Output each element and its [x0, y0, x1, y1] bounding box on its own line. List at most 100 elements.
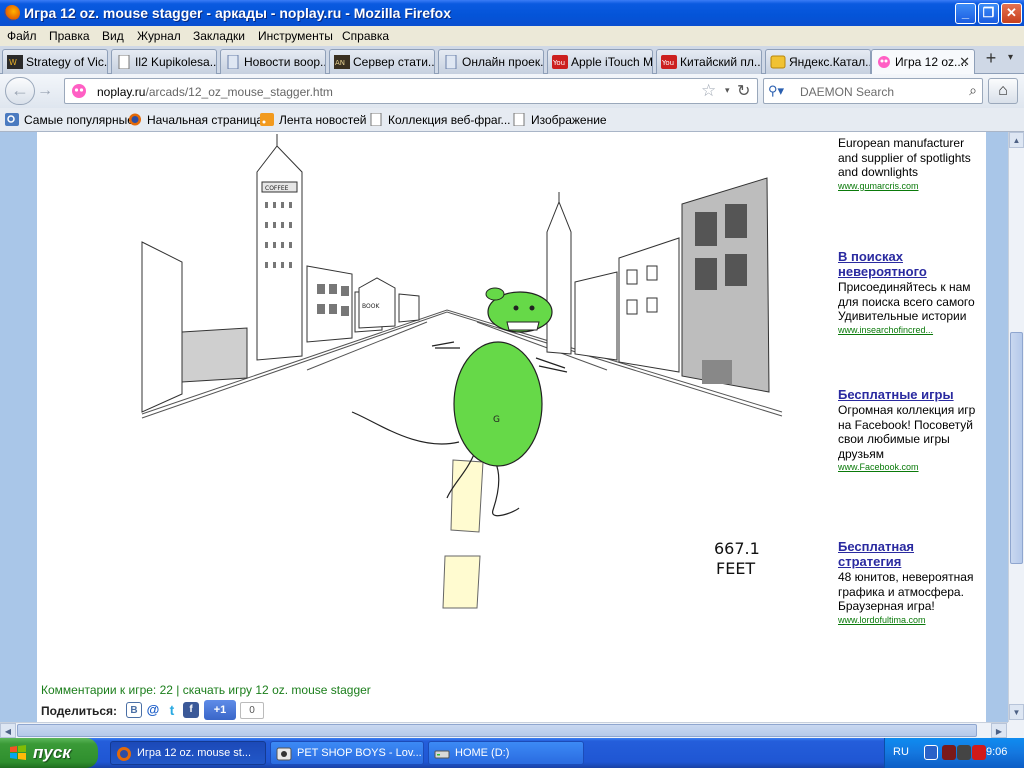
download-link[interactable]: скачать игру 12 oz. mouse stagger — [183, 683, 371, 697]
rss-icon — [260, 113, 274, 126]
tab-list-icon[interactable]: ▾ — [1008, 52, 1013, 63]
tab-online[interactable]: Онлайн проек... — [438, 49, 544, 74]
tab-noplay-active[interactable]: Игра 12 oz.... ✕ — [871, 49, 975, 75]
ad-url[interactable]: www.insearchofincred... — [838, 325, 978, 335]
scroll-right-icon[interactable]: ▶ — [991, 723, 1007, 738]
maximize-button[interactable]: ❐ — [978, 3, 999, 24]
media-player-icon — [276, 747, 292, 761]
ad-text: 48 юнитов, невероятная графика и атмосфе… — [838, 570, 974, 613]
page-tab-icon: AN — [334, 55, 350, 69]
menu-history[interactable]: Журнал — [137, 29, 181, 43]
bookmark-most-visited[interactable]: Самые популярные — [5, 113, 134, 127]
ad-title[interactable]: В поисках невероятного — [838, 249, 978, 279]
vertical-scroll-thumb[interactable] — [1010, 332, 1023, 564]
back-button[interactable]: ← — [5, 77, 35, 105]
tab-yandex[interactable]: Яндекс.Катал... — [765, 49, 871, 74]
ad-free-games: Бесплатные игры Огромная коллекция игр н… — [838, 387, 978, 472]
close-button[interactable]: ✕ — [1001, 3, 1022, 24]
menu-view[interactable]: Вид — [102, 29, 124, 43]
tray-arrow-icon[interactable] — [924, 745, 938, 760]
search-engine-icon[interactable]: ⚲▾ — [768, 83, 784, 99]
tab-il2[interactable]: Il2 Kupikolesa.... — [111, 49, 217, 74]
tray-volume-icon[interactable] — [957, 745, 971, 760]
svg-text:G: G — [493, 415, 500, 425]
task-firefox[interactable]: Игра 12 oz. mouse st... — [110, 741, 266, 765]
ad-title[interactable]: Бесплатная стратегия — [838, 539, 978, 569]
search-icon[interactable]: ⌕ — [969, 82, 977, 99]
plus-one-button[interactable]: +1 — [204, 700, 236, 720]
page-viewport: COFFEE BOOK G 667.1 FEET European manufa… — [0, 132, 1008, 722]
vkontakte-icon[interactable]: В — [126, 702, 142, 718]
tray-app-icon[interactable] — [942, 745, 956, 760]
distance-value: 667.1 — [714, 539, 760, 558]
bookmark-image[interactable]: Изображение — [512, 113, 607, 127]
twitter-icon[interactable]: t — [164, 702, 180, 718]
menu-bar: Файл Правка Вид Журнал Закладки Инструме… — [0, 26, 1024, 46]
new-tab-button[interactable]: + — [979, 48, 1003, 70]
svg-text:AN: AN — [335, 59, 345, 67]
ad-url[interactable]: www.gumarcris.com — [838, 181, 978, 191]
task-media-player[interactable]: PET SHOP BOYS - Lov... — [270, 741, 424, 765]
scroll-left-icon[interactable]: ◀ — [0, 723, 16, 738]
game-canvas[interactable]: COFFEE BOOK G 667.1 FEET — [127, 132, 787, 622]
minimize-button[interactable]: _ — [955, 3, 976, 24]
url-bar[interactable]: noplay.ru/arcads/12_oz_mouse_stagger.htm… — [64, 78, 758, 104]
vertical-scrollbar[interactable]: ▲ ▼ — [1008, 132, 1024, 722]
most-visited-icon — [5, 113, 19, 126]
yandex-icon — [770, 55, 786, 69]
site-identity-icon — [72, 84, 86, 98]
tab-news[interactable]: Новости воор... — [220, 49, 326, 74]
ad-text: Огромная коллекция игр на Facebook! Посо… — [838, 403, 976, 461]
reload-icon[interactable]: ↻ — [737, 81, 750, 101]
comments-link[interactable]: Комментарии к игре: 22 — [41, 683, 173, 697]
menu-edit[interactable]: Правка — [49, 29, 90, 43]
url-text[interactable]: noplay.ru/arcads/12_oz_mouse_stagger.htm — [97, 85, 333, 99]
tab-chinese[interactable]: You Китайский пл... — [656, 49, 762, 74]
ad-gumarcris: European manufacturer and supplier of sp… — [838, 135, 978, 191]
navigation-bar: ← → noplay.ru/arcads/12_oz_mouse_stagger… — [0, 74, 1024, 108]
ad-url[interactable]: www.lordofultima.com — [838, 615, 978, 625]
history-dropdown-icon[interactable]: ▾ — [725, 85, 730, 96]
ad-title[interactable]: Бесплатные игры — [838, 387, 978, 402]
bookmark-star-icon[interactable]: ☆ — [701, 81, 716, 101]
menu-bookmarks[interactable]: Закладки — [193, 29, 245, 43]
task-explorer[interactable]: HOME (D:) — [428, 741, 584, 765]
game-tab-icon: W — [7, 55, 23, 69]
home-button[interactable]: ⌂ — [988, 78, 1018, 104]
start-button[interactable]: пуск — [0, 738, 98, 768]
language-indicator[interactable]: RU — [893, 746, 909, 758]
horizontal-scrollbar[interactable]: ◀ ▶ — [0, 722, 1008, 738]
tab-close-icon[interactable]: ✕ — [959, 54, 970, 70]
plus-one-count: 0 — [240, 702, 264, 719]
mail-icon[interactable]: @ — [145, 702, 161, 718]
tab-server[interactable]: AN Сервер стати... — [329, 49, 435, 74]
bookmarks-bar: Самые популярные Начальная страница Лент… — [0, 108, 1024, 132]
bookmark-web-slices[interactable]: Коллекция веб-фраг... — [369, 113, 511, 127]
scroll-up-icon[interactable]: ▲ — [1009, 132, 1024, 148]
forward-button[interactable]: → — [34, 81, 56, 101]
facebook-icon[interactable]: f — [183, 702, 199, 718]
bookmark-home-page[interactable]: Начальная страница — [128, 113, 263, 127]
drive-icon — [434, 750, 450, 759]
ad-url[interactable]: www.Facebook.com — [838, 462, 978, 472]
search-input[interactable]: DAEMON Search — [800, 85, 894, 99]
menu-help[interactable]: Справка — [342, 29, 389, 43]
title-bar: Игра 12 oz. mouse stagger - аркады - nop… — [0, 0, 1024, 26]
scroll-corner — [1008, 722, 1024, 738]
ad-text: Присоединяйтесь к нам для поиска всего с… — [838, 280, 975, 323]
scroll-down-icon[interactable]: ▼ — [1009, 704, 1024, 720]
taskbar: пуск Игра 12 oz. mouse st... PET SHOP BO… — [0, 738, 1024, 768]
search-bar[interactable]: ⚲▾ DAEMON Search ⌕ — [763, 78, 983, 104]
coffee-sign: COFFEE — [265, 185, 289, 192]
distance-unit: FEET — [716, 559, 755, 578]
tab-strategy[interactable]: W Strategy of Vic... — [2, 49, 108, 74]
svg-text:You: You — [661, 59, 674, 67]
page-tab-icon — [227, 55, 239, 69]
tab-apple-itouch[interactable]: You Apple iTouch M... — [547, 49, 653, 74]
menu-file[interactable]: Файл — [7, 29, 37, 43]
horizontal-scroll-thumb[interactable] — [17, 724, 977, 737]
tray-antivirus-icon[interactable] — [972, 745, 986, 760]
firefox-icon — [4, 5, 20, 21]
bookmark-news-feed[interactable]: Лента новостей — [260, 113, 367, 127]
menu-tools[interactable]: Инструменты — [258, 29, 333, 43]
